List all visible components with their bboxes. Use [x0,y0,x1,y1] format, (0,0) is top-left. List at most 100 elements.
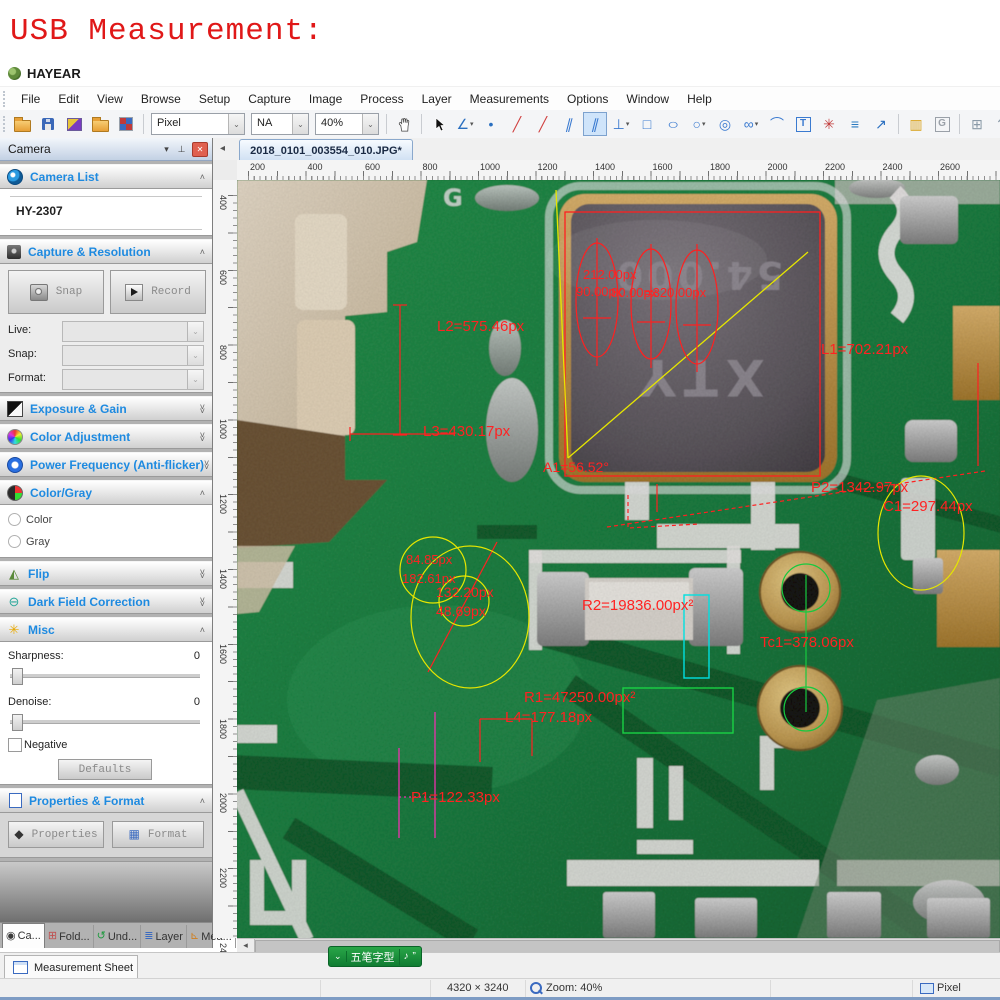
ellipse-tool-icon[interactable]: ○ [661,112,685,136]
tab-scroll-left-icon[interactable]: ◂ [220,143,225,154]
linked-circles-tool-icon[interactable]: ∞▾ [739,112,763,136]
polyline-tool-icon[interactable]: ╱ [531,112,555,136]
close-panel-button[interactable]: ✕ [192,142,208,157]
record-button[interactable]: Record [110,270,206,314]
chevron-down-icon[interactable]: ⌄ [228,114,244,134]
panel-header[interactable]: Camera ▾ ⊥ ✕ [0,138,212,161]
slider-thumb[interactable] [12,714,23,731]
live-select[interactable]: ⌄ [62,321,204,342]
chevron-down-icon[interactable]: ▾ [755,120,759,128]
snap-select[interactable]: ⌄ [62,345,204,366]
concentric-circles-tool-icon[interactable]: ◎ [713,112,737,136]
chevron-down-icon[interactable]: ▾ [626,120,630,128]
collapse-icon[interactable]: ˄ [200,175,205,179]
sidebar-tab-undo[interactable]: ↺Und... [94,925,142,948]
sidebar-tab-camera[interactable]: ◉Ca... [2,923,45,948]
zoom-select[interactable]: 40%⌄ [315,113,379,135]
caliper-tool-icon[interactable]: ≡ [843,112,867,136]
snap-grid-icon[interactable] [114,112,138,136]
section-color-adjustment[interactable]: Color Adjustment ˅˅ [0,424,212,449]
line-tool-icon[interactable]: ╱ [505,112,529,136]
gray-radio-row[interactable]: Gray [8,535,50,548]
ime-state-icon[interactable]: ⌄ [334,951,347,962]
menu-item-layer[interactable]: Layer [413,89,461,109]
sidebar-tab-layers[interactable]: ≣Layer [141,925,187,948]
rectangle-tool-icon[interactable]: □ [635,112,659,136]
menu-item-measurements[interactable]: Measurements [461,89,558,109]
browse-folder-icon[interactable] [88,112,112,136]
grayscale-icon[interactable]: G [930,112,954,136]
gray-radio[interactable] [8,535,21,548]
edit-image-icon[interactable] [62,112,86,136]
arrow-tool-icon[interactable]: ↗ [869,112,893,136]
color-radio[interactable] [8,513,21,526]
menu-item-options[interactable]: Options [558,89,617,109]
document-tab[interactable]: 2018_0101_003554_010.JPG* [239,139,413,161]
negative-checkbox[interactable] [8,738,22,752]
pin-icon[interactable]: ⊥ [174,144,189,155]
objective-select[interactable]: NA⌄ [251,113,309,135]
ime-bar[interactable]: ⌄ 五笔字型 ♪ ” [328,946,422,967]
ime-sound-icon[interactable]: ♪ [404,951,409,962]
section-power-frequency[interactable]: Power Frequency (Anti-flicker) ˅˅ [0,452,212,477]
save-icon[interactable] [36,112,60,136]
scroll-left-button[interactable]: ◂ [237,939,255,952]
parallel-tool-icon[interactable]: ∥ [557,112,581,136]
image-viewport[interactable]: G XTY 54.000 [237,180,1000,938]
section-dark-field[interactable]: ⊖ Dark Field Correction ˅˅ [0,589,212,614]
chevron-down-icon[interactable]: ▾ [702,120,706,128]
menu-item-browse[interactable]: Browse [132,89,190,109]
section-flip[interactable]: ◭ Flip ˅˅ [0,561,212,586]
circle-tool-icon[interactable]: ○▾ [687,112,711,136]
menu-item-window[interactable]: Window [617,89,678,109]
section-camera-list[interactable]: Camera List ˄ [0,164,212,189]
arc-tool-icon[interactable]: ⌒ [765,112,789,136]
denoise-slider[interactable] [10,720,200,724]
menu-item-file[interactable]: File [12,89,49,109]
chevron-down-icon[interactable]: ⌄ [292,114,308,134]
expand-icon[interactable]: ˅˅ [200,598,205,606]
chevron-down-icon[interactable]: ▾ [470,120,474,128]
collapse-icon[interactable]: ˄ [200,491,205,495]
section-exposure-gain[interactable]: Exposure & Gain ˅˅ [0,396,212,421]
snap-button[interactable]: Snap [8,270,104,314]
menu-item-edit[interactable]: Edit [49,89,88,109]
collapse-icon[interactable]: ˄ [200,628,205,632]
ime-punct-icon[interactable]: ” [413,951,416,962]
properties-button[interactable]: ◆ Properties [8,821,104,848]
pan-tool-icon[interactable] [392,112,416,136]
collapse-icon[interactable]: ˄ [200,799,205,803]
format-button[interactable]: ▦ Format [112,821,204,848]
slider-thumb[interactable] [12,668,23,685]
section-color-gray[interactable]: Color/Gray ˄ [0,480,212,505]
chevron-down-icon[interactable]: ⌄ [362,114,378,134]
merge-icon[interactable]: ⊞ [965,112,989,136]
expand-icon[interactable]: ˅˅ [204,461,209,469]
sharpness-slider[interactable] [10,674,200,678]
defaults-button[interactable]: Defaults [58,759,152,780]
section-properties-format[interactable]: Properties & Format ˄ [0,788,212,813]
perpendicular-tool-icon[interactable]: ⊥▾ [609,112,633,136]
menu-item-image[interactable]: Image [300,89,351,109]
format-select[interactable]: ⌄ [62,369,204,390]
sidebar-tab-folder-tree[interactable]: ⊞Fold... [45,925,94,948]
collapse-icon[interactable]: ˄ [200,250,205,254]
panel-menu-icon[interactable]: ▾ [159,144,174,155]
text-tool-icon[interactable]: T [791,112,815,136]
expand-icon[interactable]: ˅˅ [200,570,205,578]
section-misc[interactable]: ✳ Misc ˄ [0,617,212,642]
menu-item-setup[interactable]: Setup [190,89,239,109]
select-tool-icon[interactable] [427,112,451,136]
parallel-lines-tool-icon[interactable]: ∥ [583,112,607,136]
menu-item-process[interactable]: Process [351,89,412,109]
camera-device-item[interactable]: HY-2307 [16,204,63,218]
menu-item-capture[interactable]: Capture [239,89,300,109]
align-icon[interactable]: ⇅ [991,112,1000,136]
menu-item-view[interactable]: View [88,89,132,109]
menu-item-help[interactable]: Help [678,89,721,109]
expand-icon[interactable]: ˅˅ [200,405,205,413]
expand-icon[interactable]: ˅˅ [200,433,205,441]
angle-tool-icon[interactable]: ∠▾ [453,112,477,136]
color-radio-row[interactable]: Color [8,513,52,526]
point-tool-icon[interactable]: • [479,112,503,136]
